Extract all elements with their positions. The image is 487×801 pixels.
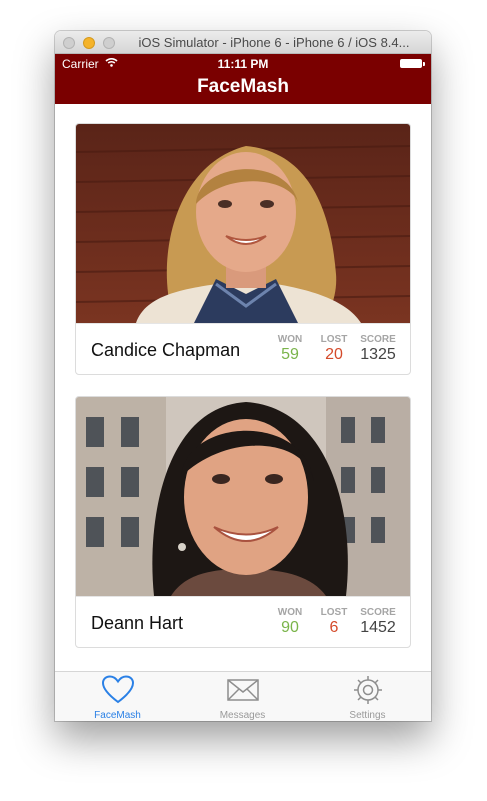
- simulator-window: iOS Simulator - iPhone 6 - iPhone 6 / iO…: [55, 31, 431, 721]
- person-card[interactable]: Candice Chapman WON 59 LOST 20 SCORE 132…: [75, 123, 411, 375]
- score-value: 1452: [360, 619, 396, 636]
- navigation-bar: Carrier 11:11 PM FaceMash: [55, 54, 431, 104]
- person-name: Deann Hart: [91, 613, 184, 633]
- tab-label: Settings: [349, 710, 386, 721]
- person-photo[interactable]: [76, 397, 410, 596]
- status-bar: Carrier 11:11 PM: [55, 54, 431, 74]
- device-screen: Carrier 11:11 PM FaceMash Candice Chapma…: [55, 54, 431, 721]
- close-window-button[interactable]: [63, 37, 75, 49]
- tab-label: FaceMash: [94, 710, 141, 721]
- tab-facemash[interactable]: FaceMash: [55, 674, 180, 721]
- won-stat: WON 59: [267, 334, 313, 364]
- won-stat: WON 90: [267, 607, 313, 637]
- tab-label: Messages: [219, 710, 266, 721]
- score-label: SCORE: [360, 334, 396, 345]
- lost-value: 6: [329, 619, 339, 636]
- won-value: 90: [281, 619, 299, 636]
- score-value: 1325: [360, 346, 396, 363]
- gear-icon: [353, 676, 382, 704]
- won-value: 59: [281, 346, 299, 363]
- heart-icon: [101, 675, 134, 704]
- lost-stat: LOST 6: [311, 607, 357, 637]
- tab-messages[interactable]: Messages: [180, 674, 305, 721]
- score-stat: SCORE 1325: [355, 334, 401, 364]
- person-info: Candice Chapman WON 59 LOST 20 SCORE 132…: [76, 323, 410, 374]
- window-titlebar: iOS Simulator - iPhone 6 - iPhone 6 / iO…: [55, 31, 431, 54]
- tab-bar: FaceMash Messages Settings: [55, 671, 431, 721]
- nav-title: FaceMash: [197, 76, 289, 97]
- won-label: WON: [277, 607, 303, 618]
- lost-label: LOST: [320, 334, 348, 345]
- status-time: 11:11 PM: [217, 57, 269, 71]
- person-info: Deann Hart WON 90 LOST 6 SCORE 1452: [76, 596, 410, 647]
- person-name: Candice Chapman: [91, 340, 241, 360]
- envelope-icon: [226, 679, 259, 701]
- lost-stat: LOST 20: [311, 334, 357, 364]
- minimize-window-button[interactable]: [83, 37, 95, 49]
- lost-value: 20: [325, 346, 343, 363]
- score-label: SCORE: [360, 607, 396, 618]
- score-stat: SCORE 1452: [355, 607, 401, 637]
- window-title: iOS Simulator - iPhone 6 - iPhone 6 / iO…: [138, 35, 410, 50]
- person-photo[interactable]: [76, 124, 410, 323]
- battery-icon: [400, 59, 425, 68]
- lost-label: LOST: [320, 607, 348, 618]
- person-card[interactable]: Deann Hart WON 90 LOST 6 SCORE 1452: [75, 396, 411, 648]
- won-label: WON: [277, 334, 303, 345]
- zoom-window-button[interactable]: [103, 37, 115, 49]
- tab-settings[interactable]: Settings: [305, 674, 430, 721]
